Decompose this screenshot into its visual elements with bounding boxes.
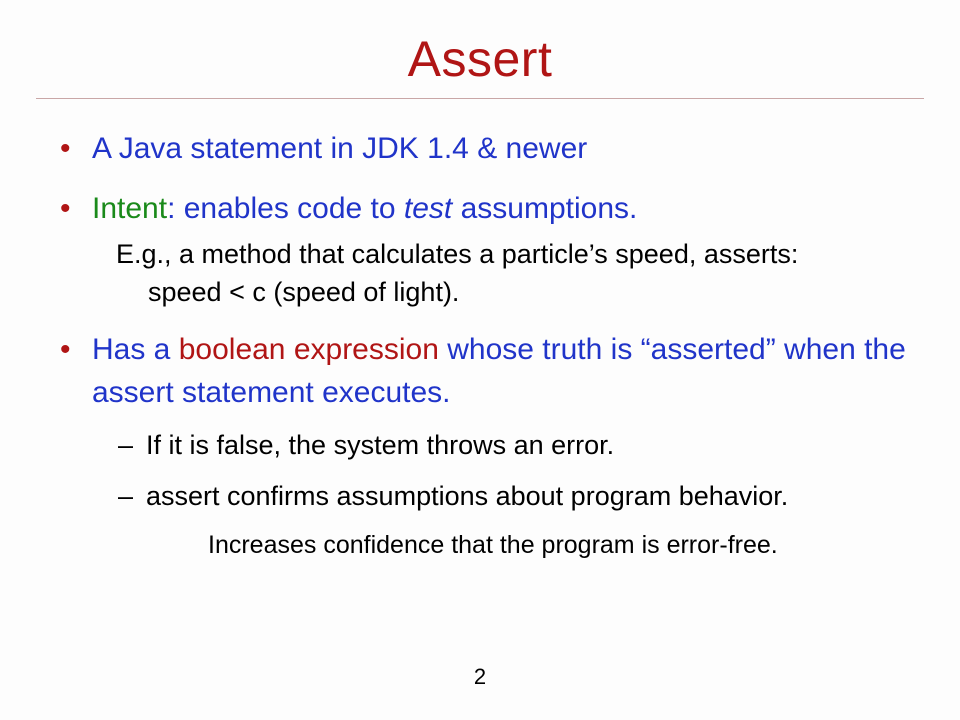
bullet-3-sublist: If it is false, the system throws an err…	[118, 425, 914, 565]
bullet-1: A Java statement in JDK 1.4 & newer	[60, 127, 914, 171]
title-divider	[36, 98, 924, 99]
bullet-2-test: test	[404, 192, 452, 225]
bullet-3-boolexp: boolean expression	[179, 333, 439, 366]
bullet-2-rest2: assumptions.	[452, 192, 637, 225]
bullet-list: A Java statement in JDK 1.4 & newer Inte…	[36, 127, 924, 565]
bullet-3-d2-text: assert confirms assumptions about progra…	[146, 481, 788, 511]
slide-title: Assert	[36, 30, 924, 88]
bullet-2-sub-line2: speed < c (speed of light).	[116, 274, 914, 312]
bullet-2-rest: : enables code to	[167, 192, 404, 225]
bullet-2: Intent: enables code to test assumptions…	[60, 187, 914, 312]
bullet-3: Has a boolean expression whose truth is …	[60, 328, 914, 565]
bullet-3-pre: Has a	[92, 333, 179, 366]
bullet-3-d2: assert confirms assumptions about progra…	[118, 476, 914, 565]
page-number: 2	[0, 664, 960, 690]
bullet-2-intent: Intent	[92, 192, 167, 225]
bullet-3-d1: If it is false, the system throws an err…	[118, 425, 914, 467]
slide: Assert A Java statement in JDK 1.4 & new…	[0, 0, 960, 720]
bullet-2-sub: E.g., a method that calculates a particl…	[116, 236, 914, 312]
bullet-2-sub-line1: E.g., a method that calculates a particl…	[116, 239, 798, 269]
bullet-3-d2-sub: Increases confidence that the program is…	[208, 526, 914, 565]
bullet-1-text: A Java statement in JDK 1.4 & newer	[92, 132, 587, 165]
